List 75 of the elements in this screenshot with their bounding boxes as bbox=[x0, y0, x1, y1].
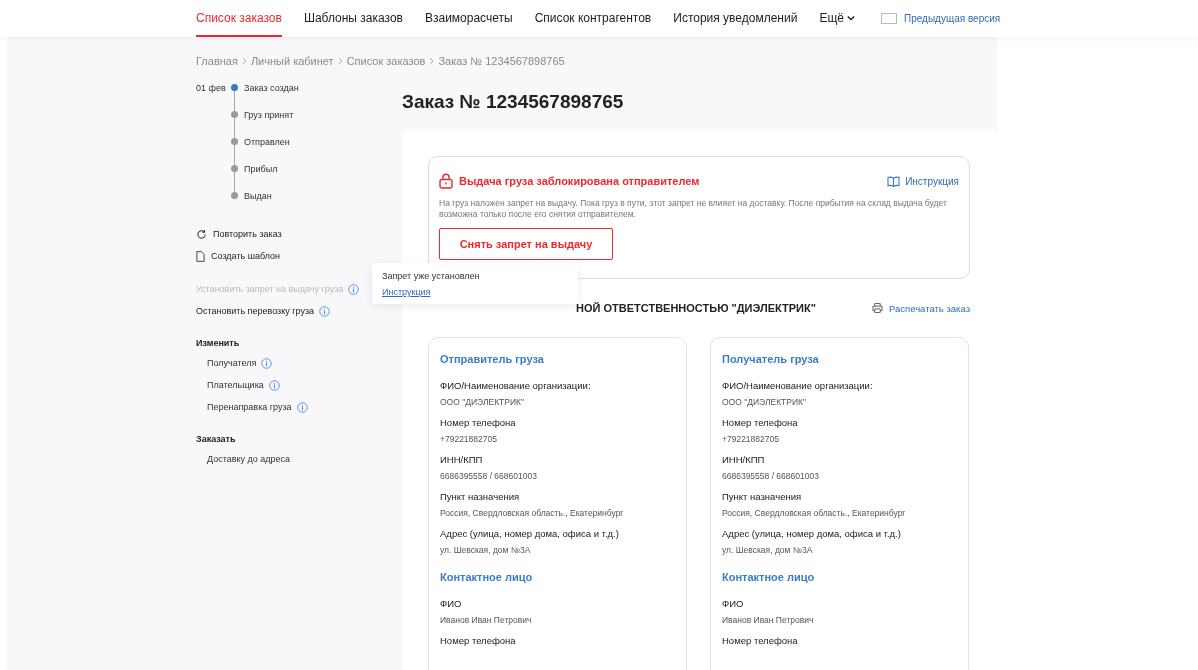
instruction-link[interactable]: Инструкция bbox=[382, 287, 431, 297]
previous-version-link[interactable]: Предыдущая версия bbox=[903, 13, 1001, 24]
contact-title: Контактное лицо bbox=[440, 571, 534, 583]
nav-tab[interactable]: История уведомлений bbox=[673, 0, 798, 37]
field-label: Номер телефона bbox=[722, 417, 799, 428]
instruction-link[interactable]: Инструкция bbox=[887, 175, 959, 187]
document-icon bbox=[196, 251, 205, 262]
field-label: ФИО bbox=[440, 598, 463, 609]
menu-link[interactable]: Перенаправка груза bbox=[207, 401, 292, 414]
field-label: Пункт назначения bbox=[440, 491, 521, 502]
alert-text: На груз наложен запрет на выдачу. Пока груз в пути, этот запрет не влияет на доставку. После прибытия на склад выдача будет возможна только после его снятия отправителем. bbox=[439, 198, 948, 220]
lock-icon bbox=[439, 173, 453, 189]
field-value: ул. Шевская, дом №3А bbox=[722, 545, 814, 555]
status-label: Груз принят bbox=[244, 110, 294, 120]
field-value: 6686395558 / 668601003 bbox=[440, 471, 538, 481]
info-icon[interactable] bbox=[348, 284, 360, 295]
nav-tab[interactable]: Взаиморасчеты bbox=[424, 0, 513, 37]
field-label: Номер телефона bbox=[722, 635, 799, 646]
order-title: Заказ № 1234567898765 bbox=[402, 90, 625, 114]
field-label: ФИО bbox=[722, 598, 745, 609]
group-heading: Заказать bbox=[196, 434, 237, 444]
field-label: Пункт назначения bbox=[722, 491, 803, 502]
field-value: +79221882705 bbox=[722, 434, 780, 444]
status-label: Заказ создан bbox=[244, 83, 299, 93]
field-label: ИНН/КПП bbox=[440, 454, 484, 465]
stop-action-link[interactable]: Остановить перевозку груза bbox=[196, 305, 315, 318]
refresh-icon bbox=[196, 229, 207, 240]
field-label: ФИО/Наименование организации: bbox=[440, 380, 592, 391]
field-value: Иванов Иван Петрович bbox=[440, 615, 533, 625]
field-label: Номер телефона bbox=[440, 635, 517, 646]
party-title: Отправитель груза bbox=[440, 353, 545, 365]
field-value: ООО "ДИЭЛЕКТРИК" bbox=[440, 397, 526, 407]
field-value: ул. Шевская, дом №3А bbox=[440, 545, 532, 555]
book-icon bbox=[887, 175, 901, 187]
chevron-right-icon bbox=[241, 57, 247, 65]
info-icon[interactable] bbox=[296, 402, 308, 413]
field-value: 6686395558 / 668601003 bbox=[722, 471, 820, 481]
menu-link[interactable]: Получателя bbox=[207, 357, 257, 370]
field-label: ФИО/Наименование организации: bbox=[722, 380, 874, 391]
field-value: +79221882705 bbox=[440, 434, 498, 444]
step-date: 01 фев bbox=[196, 83, 227, 93]
print-order-link[interactable]: Распечатать заказ bbox=[872, 302, 970, 314]
field-value: Россия, Свердловская область., Екатеринбург bbox=[440, 508, 625, 518]
remove-ban-button[interactable]: Снять запрет на выдачу bbox=[439, 228, 613, 260]
company-heading: НОЙ ОТВЕТСТВЕННОСТЬЮ "ДИЭЛЕКТРИК" bbox=[576, 302, 816, 314]
action-link[interactable]: Создать шаблон bbox=[196, 250, 402, 263]
info-icon[interactable] bbox=[319, 306, 331, 317]
more-menu[interactable]: Ещё bbox=[819, 0, 855, 37]
info-icon[interactable] bbox=[261, 358, 273, 369]
field-label: Адрес (улица, номер дома, офиса и т.д.) bbox=[440, 528, 620, 539]
field-value: ООО "ДИЭЛЕКТРИК" bbox=[722, 397, 808, 407]
field-label: Адрес (улица, номер дома, офиса и т.д.) bbox=[722, 528, 902, 539]
status-label: Выдан bbox=[244, 191, 272, 201]
status-label: Отправлен bbox=[244, 137, 290, 147]
field-label: Номер телефона bbox=[440, 417, 517, 428]
chevron-right-icon bbox=[337, 57, 343, 65]
field-value: Иванов Иван Петрович bbox=[722, 615, 815, 625]
monitor-icon bbox=[880, 13, 897, 24]
nav-tab[interactable]: Список контрагентов bbox=[534, 0, 652, 37]
printer-icon bbox=[872, 303, 883, 313]
contact-title: Контактное лицо bbox=[722, 571, 816, 583]
field-label: ИНН/КПП bbox=[722, 454, 766, 465]
party-title: Получатель груза bbox=[722, 353, 820, 365]
action-link[interactable]: Повторить заказ bbox=[196, 228, 402, 241]
menu-link[interactable]: Плательщика bbox=[207, 379, 264, 392]
status-label: Прибыл bbox=[244, 164, 278, 174]
chevron-right-icon bbox=[429, 57, 435, 65]
group-heading: Изменить bbox=[196, 338, 241, 348]
chevron-down-icon bbox=[846, 14, 855, 21]
field-value: Россия, Свердловская область., Екатеринбург bbox=[722, 508, 907, 518]
tooltip-text: Запрет уже установлен bbox=[382, 271, 481, 281]
info-icon[interactable] bbox=[268, 380, 280, 391]
alert-title: Выдача груза заблокирована отправителем bbox=[459, 175, 701, 187]
nav-tab[interactable]: Шаблоны заказов bbox=[303, 0, 403, 37]
menu-link[interactable]: Доставку до адреса bbox=[207, 453, 291, 466]
